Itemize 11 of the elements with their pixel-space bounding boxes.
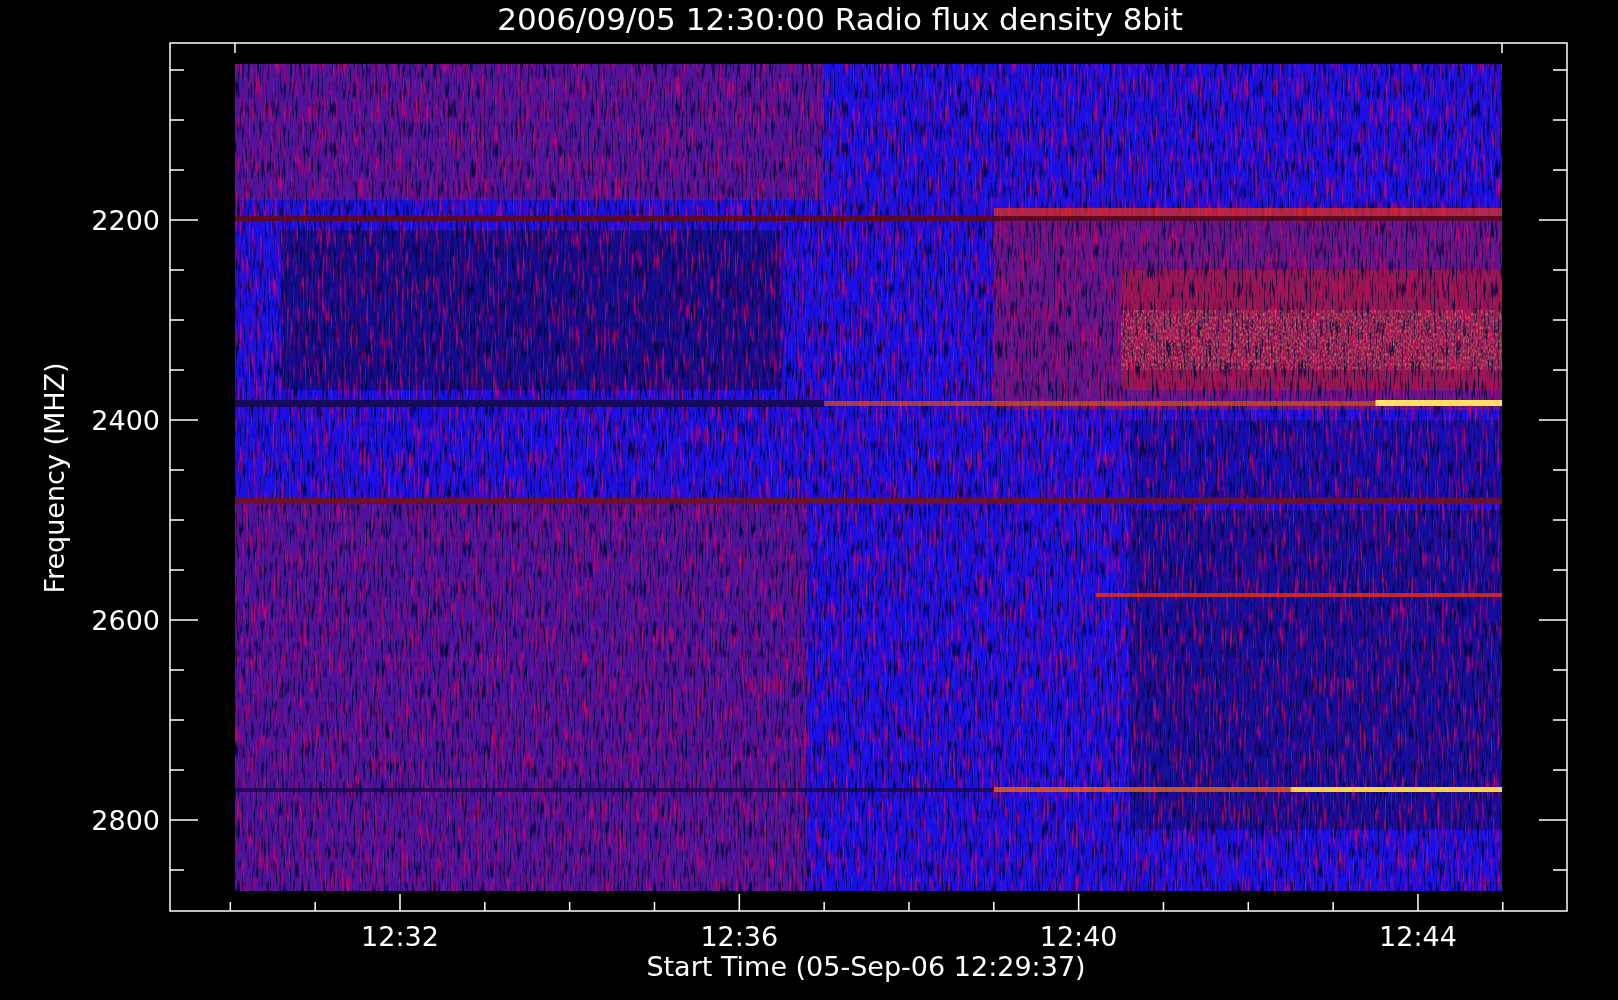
axis-label: Start Time (05-Sep-06 12:29:37) bbox=[646, 951, 1086, 982]
tick-label: 2800 bbox=[91, 805, 160, 836]
tick-label: 2400 bbox=[91, 405, 160, 436]
tick-label: 12:32 bbox=[361, 921, 439, 952]
tick-label: 2600 bbox=[91, 605, 160, 636]
tick-label: 12:44 bbox=[1379, 921, 1457, 952]
plot-title: 2006/09/05 12:30:00 Radio flux density 8bit bbox=[497, 1, 1183, 37]
axis-label: Frequency (MHZ) bbox=[39, 362, 70, 594]
tick-label: 12:36 bbox=[700, 921, 779, 952]
tick-label: 12:40 bbox=[1039, 921, 1118, 952]
tick-label: 2200 bbox=[91, 205, 160, 236]
